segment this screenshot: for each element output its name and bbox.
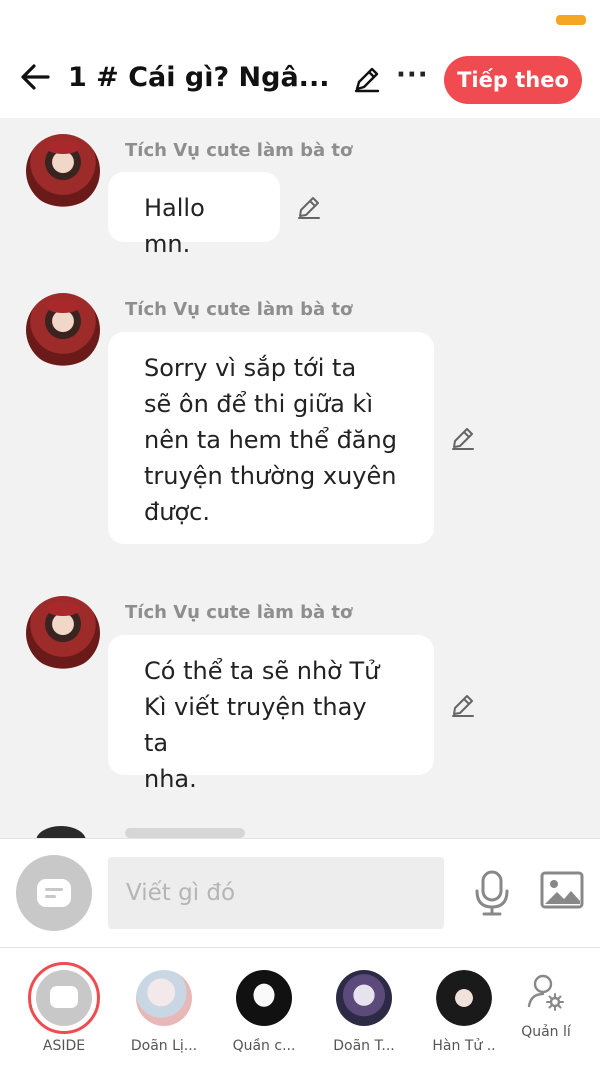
page-title: 1 # Cái gì? Ngâ... bbox=[68, 62, 330, 93]
more-options-icon[interactable]: ··· bbox=[396, 60, 429, 90]
message-line: Kì viết truyện thay ta bbox=[144, 693, 367, 757]
tab-character[interactable]: Quần c... bbox=[214, 968, 314, 1058]
message-line: Có thể ta sẽ nhờ Tử bbox=[144, 657, 380, 685]
tab-character[interactable]: Doãn Lị... bbox=[114, 968, 214, 1058]
composer-bar: Viết gì đó bbox=[0, 838, 600, 948]
microphone-icon[interactable] bbox=[474, 869, 510, 917]
aside-button[interactable] bbox=[16, 855, 92, 931]
avatar bbox=[336, 970, 392, 1026]
tab-label: Doãn Lị... bbox=[130, 1038, 198, 1054]
edit-title-icon[interactable] bbox=[352, 64, 382, 94]
battery-icon bbox=[556, 15, 586, 25]
aside-icon bbox=[36, 970, 92, 1026]
avatar bbox=[236, 970, 292, 1026]
edit-message-icon[interactable] bbox=[294, 192, 324, 222]
message-line: Hallo mn. bbox=[144, 194, 205, 258]
chat-area: Tích Vụ cute làm bà tơ Hallo mn. Tích Vụ… bbox=[0, 118, 600, 838]
back-arrow-icon[interactable] bbox=[18, 60, 52, 94]
message-bubble[interactable]: Sorry vì sắp tới ta sẽ ôn để thi giữa kì… bbox=[108, 332, 434, 544]
avatar bbox=[136, 970, 192, 1026]
manage-user-icon bbox=[527, 974, 564, 1011]
sender-name: Tích Vụ cute làm bà tơ bbox=[125, 140, 353, 161]
tab-label: Doãn T... bbox=[333, 1038, 395, 1054]
image-icon[interactable] bbox=[540, 871, 584, 911]
message-line: được. bbox=[144, 498, 210, 526]
avatar[interactable] bbox=[26, 293, 100, 367]
header: 1 # Cái gì? Ngâ... ··· Tiếp theo bbox=[0, 42, 600, 118]
sender-name: Tích Vụ cute làm bà tơ bbox=[125, 602, 353, 623]
tab-manage[interactable]: Quản lí bbox=[496, 968, 596, 1058]
avatar bbox=[436, 970, 492, 1026]
edit-message-icon[interactable] bbox=[448, 423, 478, 453]
avatar bbox=[36, 826, 86, 838]
message-line: sẽ ôn để thi giữa kì bbox=[144, 390, 373, 418]
message-line: nên ta hem thể đăng bbox=[144, 426, 397, 454]
aside-icon bbox=[37, 879, 71, 907]
edit-message-icon[interactable] bbox=[448, 690, 478, 720]
tab-aside[interactable]: ASIDE bbox=[14, 962, 114, 1058]
avatar[interactable] bbox=[26, 134, 100, 208]
bottom-nav: ASIDE Doãn Lị... Quần c... Doãn T... Hàn… bbox=[0, 948, 600, 1067]
tab-label: Quần c... bbox=[232, 1038, 296, 1054]
tab-character[interactable]: Doãn T... bbox=[314, 968, 414, 1058]
message-bubble[interactable]: Có thể ta sẽ nhờ Tử Kì viết truyện thay … bbox=[108, 635, 434, 793]
next-button[interactable]: Tiếp theo bbox=[444, 56, 582, 104]
avatar[interactable] bbox=[26, 596, 100, 670]
tab-label: ASIDE bbox=[42, 1038, 86, 1054]
message-bubble[interactable]: Hallo mn. bbox=[108, 172, 280, 258]
message-line: truyện thường xuyên bbox=[144, 462, 397, 490]
message-line: Sorry vì sắp tới ta bbox=[144, 354, 357, 382]
tab-label: Quản lí bbox=[521, 1024, 571, 1040]
message-input[interactable]: Viết gì đó bbox=[108, 857, 444, 929]
status-bar bbox=[0, 0, 600, 42]
sender-name-peek bbox=[125, 828, 245, 838]
message-line: nha. bbox=[144, 765, 197, 793]
sender-name: Tích Vụ cute làm bà tơ bbox=[125, 299, 353, 320]
